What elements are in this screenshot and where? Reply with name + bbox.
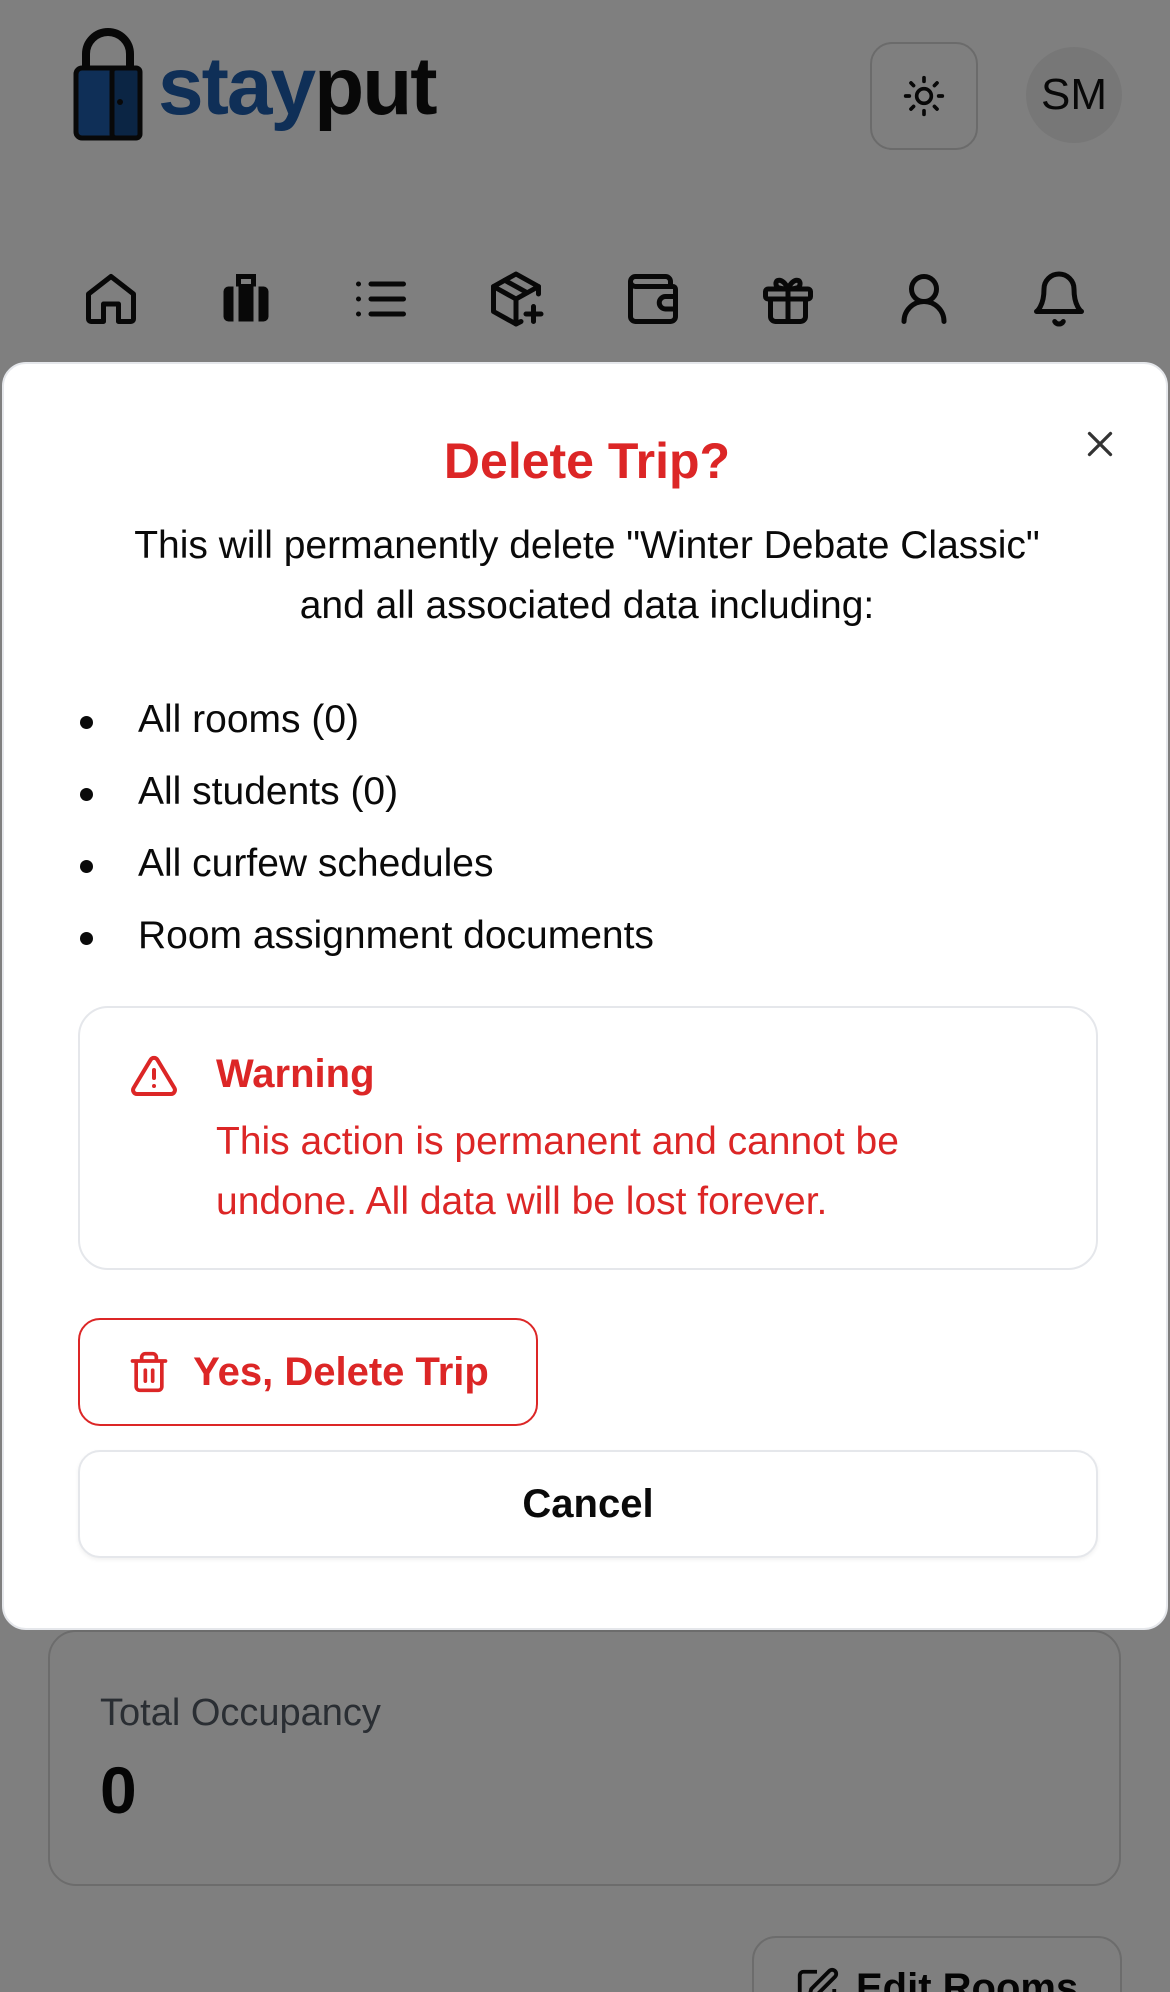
alert-triangle-icon — [131, 1055, 177, 1096]
delete-trip-dialog: Delete Trip? This will permanently delet… — [2, 362, 1168, 1630]
list-item: All rooms (0) — [78, 684, 654, 756]
list-item: All students (0) — [78, 756, 654, 828]
warning-box: Warning This action is permanent and can… — [78, 1006, 1098, 1270]
warning-text: This action is permanent and cannot be u… — [216, 1120, 899, 1223]
dialog-description: This will permanently delete "Winter Deb… — [134, 524, 1040, 627]
warning-title: Warning — [216, 1052, 375, 1096]
list-item: Room assignment documents — [78, 900, 654, 972]
trash-icon — [130, 1351, 168, 1393]
list-item: All curfew schedules — [78, 828, 654, 900]
confirm-delete-label: Yes, Delete Trip — [193, 1349, 489, 1394]
deleted-items-list: All rooms (0) All students (0) All curfe… — [78, 684, 654, 972]
cancel-button[interactable]: Cancel — [78, 1450, 1098, 1558]
dialog-title: Delete Trip? — [443, 433, 731, 489]
confirm-delete-button[interactable]: Yes, Delete Trip — [78, 1318, 538, 1426]
